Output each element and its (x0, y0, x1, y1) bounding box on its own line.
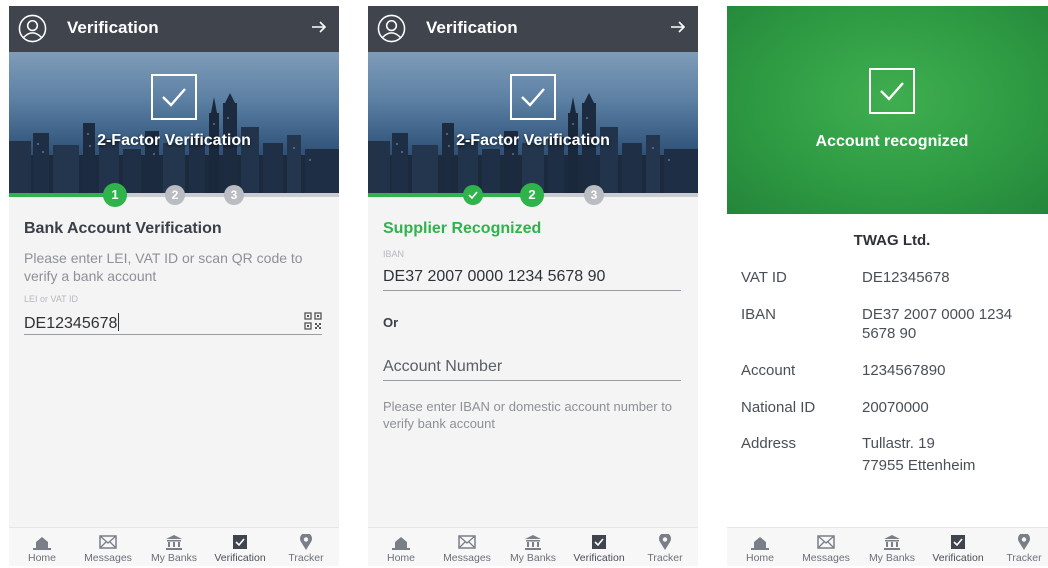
nav-home[interactable]: Home (727, 528, 793, 566)
nav-verification[interactable]: Verification (925, 528, 991, 566)
app-header: Verification (368, 6, 698, 52)
nav-verification[interactable]: Verification (566, 528, 632, 566)
bank-icon (884, 535, 900, 550)
nav-tracker[interactable]: Tracker (273, 528, 339, 566)
content-area (9, 197, 339, 527)
nav-messages[interactable]: Messages (75, 528, 141, 566)
check-square-icon (951, 535, 965, 549)
account-number-input[interactable]: Account Number (383, 358, 502, 376)
bottom-nav: Home Messages My Banks Verification Trac… (9, 527, 339, 566)
lei-vat-underline (24, 334, 322, 335)
checkbox-icon (510, 74, 556, 120)
map-pin-icon (1018, 534, 1030, 550)
mail-icon (817, 535, 835, 549)
checkmark-icon (468, 191, 478, 199)
hero-title: 2-Factor Verification (456, 132, 610, 149)
step-2: 2 (520, 183, 544, 207)
iban-input[interactable]: DE37 2007 0000 1234 5678 90 (383, 268, 605, 286)
lei-vat-label: LEI or VAT ID (24, 294, 79, 304)
screen-supplier-recognized: Verification 2-Factor Verification 2 3 S… (368, 6, 698, 566)
nav-tracker[interactable]: Tracker (991, 528, 1048, 566)
profile-icon[interactable] (18, 14, 47, 43)
bottom-nav: Home Messages My Banks Verification Trac… (368, 527, 698, 566)
check-square-icon (233, 535, 247, 549)
header-title: Verification (426, 18, 518, 37)
section-title: Supplier Recognized (383, 220, 542, 237)
home-icon (392, 537, 410, 550)
check-square-icon (592, 535, 606, 549)
checkbox-icon (151, 74, 197, 120)
stepper-progress (9, 193, 116, 197)
hero-banner: 2-Factor Verification (9, 52, 339, 193)
checkbox-icon (869, 68, 915, 114)
home-icon (751, 537, 769, 550)
nav-messages[interactable]: Messages (793, 528, 859, 566)
hero-title: 2-Factor Verification (97, 132, 251, 149)
step-1: 1 (103, 183, 127, 207)
hint-text: Please enter IBAN or domestic account nu… (383, 399, 673, 431)
nav-home[interactable]: Home (368, 528, 434, 566)
mail-icon (99, 535, 117, 549)
map-pin-icon (300, 534, 312, 550)
step-3: 3 (224, 185, 244, 205)
arrow-right-icon[interactable] (311, 19, 327, 35)
iban-underline (383, 290, 681, 291)
step-2: 2 (165, 185, 185, 205)
hero-banner: 2-Factor Verification (368, 52, 698, 193)
lei-vat-input[interactable]: DE12345678 (24, 313, 120, 333)
nav-my-banks[interactable]: My Banks (859, 528, 925, 566)
nav-my-banks[interactable]: My Banks (500, 528, 566, 566)
mail-icon (458, 535, 476, 549)
nav-tracker[interactable]: Tracker (632, 528, 698, 566)
screen-account-recognized: Account recognized TWAG Ltd. VAT ID DE12… (727, 6, 1048, 566)
qr-code-icon[interactable] (304, 312, 322, 330)
nav-verification[interactable]: Verification (207, 528, 273, 566)
or-label: Or (383, 315, 399, 330)
company-name: TWAG Ltd. (853, 232, 931, 249)
bottom-nav: Home Messages My Banks Verification Trac… (727, 527, 1048, 566)
screen-bank-account-verification: Verification 2-Factor Verification 1 2 3… (9, 6, 339, 566)
arrow-right-icon[interactable] (670, 19, 686, 35)
home-icon (33, 537, 51, 550)
iban-label: IBAN (383, 249, 405, 259)
header-title: Verification (67, 18, 159, 37)
nav-messages[interactable]: Messages (434, 528, 500, 566)
step-3: 3 (584, 185, 604, 205)
bank-icon (525, 535, 541, 550)
description-text: Please enter LEI, VAT ID or scan QR code… (24, 250, 303, 284)
map-pin-icon (659, 534, 671, 550)
nav-home[interactable]: Home (9, 528, 75, 566)
profile-icon[interactable] (377, 14, 406, 43)
stepper-progress (368, 193, 533, 197)
bank-icon (166, 535, 182, 550)
app-header: Verification (9, 6, 339, 52)
step-1-done (463, 185, 483, 205)
success-title: Account recognized (815, 133, 969, 150)
success-banner: Account recognized (727, 6, 1048, 214)
nav-my-banks[interactable]: My Banks (141, 528, 207, 566)
section-title: Bank Account Verification (24, 220, 222, 237)
account-number-underline (383, 380, 681, 381)
